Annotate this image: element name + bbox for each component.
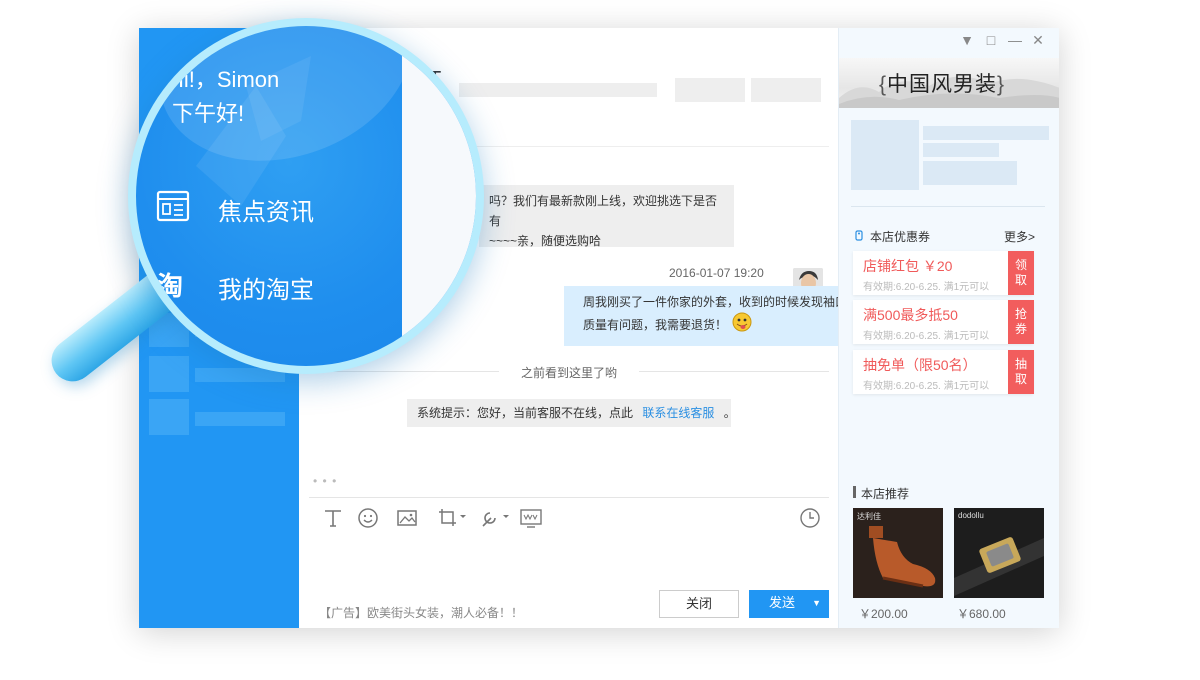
coupons-title: 本店优惠券 <box>870 228 930 245</box>
minimize-menu-icon[interactable]: ▼ <box>959 32 975 48</box>
text-icon[interactable] <box>322 507 344 529</box>
stage: T 感 吗？我们有最新款刚上线，欢迎挑选下是否有 ~ <box>0 0 1200 680</box>
coupon-title: 店铺红包 ￥20 <box>863 256 952 276</box>
coupon-claim-button[interactable]: 抢券 <box>1008 300 1034 344</box>
sidebar-item-my-taobao[interactable]: 淘 我的淘宝 <box>136 254 406 314</box>
incoming-message: 吗？我们有最新款刚上线，欢迎挑选下是否有 ~~~~亲，随便选购哈 <box>479 185 734 247</box>
incoming-message-line2: ~~~~亲，随便选购哈 <box>489 231 722 251</box>
sidebar-item-label-placeholder <box>195 412 285 426</box>
recommend-title-marker <box>853 486 856 498</box>
product-image-belt[interactable]: dodollu <box>954 508 1044 598</box>
shop-info-placeholder <box>923 143 999 157</box>
outgoing-message-line2: 质量有问题，我需要退货！ <box>583 315 727 335</box>
coupon-card[interactable]: 店铺红包 ￥20 有效期:6.20-6.25. 满1元可以 领取 <box>853 251 1033 295</box>
sub-greeting: 下午好! <box>172 96 244 128</box>
news-icon <box>156 190 190 227</box>
history-divider-text: 之前看到这里了哟 <box>521 364 617 381</box>
more-history-dots[interactable]: • • • <box>313 474 337 488</box>
maximize-icon[interactable]: □ <box>983 32 999 48</box>
system-notice: 系统提示：您好，当前客服不在线，点此 联系在线客服 。 <box>407 399 731 427</box>
incoming-message-line1: 吗？我们有最新款刚上线，欢迎挑选下是否有 <box>489 191 722 231</box>
product-brand-tag: dodollu <box>958 511 984 520</box>
toolbar-divider <box>309 497 829 498</box>
recommend-title: 本店推荐 <box>861 485 909 502</box>
wrench-icon[interactable] <box>479 507 511 529</box>
shop-info-placeholder <box>923 126 1049 140</box>
header-button-placeholder[interactable] <box>675 78 745 102</box>
product-price: ￥200.00 <box>859 605 908 622</box>
close-icon[interactable]: ✕ <box>1030 32 1046 49</box>
greeting: Hi!，Simon <box>168 62 279 94</box>
crop-icon[interactable] <box>437 507 469 529</box>
coupon-claim-button[interactable]: 领取 <box>1008 251 1034 295</box>
coupon-claim-label: 领取 <box>1015 258 1027 288</box>
product-brand-tag: 达利佳 <box>857 511 881 522</box>
magnifier-lens: Hi!，Simon 下午好! 焦点资讯 淘 我的淘宝 <box>136 26 476 366</box>
coupon-title: 抽免单（限50名） <box>863 355 977 375</box>
shop-info-placeholder <box>923 161 1017 185</box>
tongue-emoji-icon <box>731 312 753 338</box>
taobao-icon: 淘 <box>156 268 190 305</box>
coupon-title: 满500最多抵50 <box>863 305 958 325</box>
send-button-label: 发送 <box>769 595 795 610</box>
coupon-subtitle: 有效期:6.20-6.25. 满1元可以 <box>863 278 989 293</box>
ad-text[interactable]: 【广告】欧美街头女装，潮人必备！！ <box>319 604 523 621</box>
system-notice-text: 系统提示：您好，当前客服不在线，点此 <box>417 406 633 420</box>
coupon-card[interactable]: 满500最多抵50 有效期:6.20-6.25. 满1元可以 抢券 <box>853 300 1033 344</box>
shop-banner-title-text: 中国风男装 <box>887 73 997 96</box>
coupon-claim-button[interactable]: 抽取 <box>1008 350 1034 394</box>
send-dropdown-icon[interactable]: ▼ <box>812 590 821 616</box>
image-icon[interactable] <box>396 507 418 529</box>
product-price: ￥680.00 <box>957 605 1006 622</box>
history-icon[interactable] <box>799 507 821 529</box>
message-timestamp: 2016-01-07 19:20 <box>669 266 764 280</box>
svg-text:淘: 淘 <box>157 272 183 300</box>
contact-online-service-link[interactable]: 联系在线客服 <box>642 406 714 420</box>
sidebar-item-news[interactable]: 焦点资讯 <box>136 176 406 236</box>
history-divider-right <box>639 371 829 372</box>
sidebar-item-news-label: 焦点资讯 <box>218 192 314 227</box>
title-placeholder <box>459 83 657 97</box>
coupon-subtitle: 有效期:6.20-6.25. 满1元可以 <box>863 377 989 392</box>
emoji-icon[interactable] <box>357 507 379 529</box>
system-notice-suffix: 。 <box>724 406 736 420</box>
shop-banner-title: {中国风男装} <box>879 68 1005 98</box>
coupon-subtitle: 有效期:6.20-6.25. 满1元可以 <box>863 327 989 342</box>
shop-banner[interactable]: {中国风男装} <box>839 58 1059 108</box>
shop-panel: ▼ □ — ✕ {中国风男装} <box>838 28 1059 628</box>
sidebar-item-my-taobao-label: 我的淘宝 <box>218 270 314 305</box>
product-image-shoe[interactable]: 达利佳 <box>853 508 943 598</box>
minimize-icon[interactable]: — <box>1007 32 1023 48</box>
send-button[interactable]: 发送 ▼ <box>749 590 829 618</box>
screen-icon[interactable] <box>519 507 543 529</box>
shop-logo-placeholder <box>851 120 919 190</box>
coupon-card[interactable]: 抽免单（限50名） 有效期:6.20-6.25. 满1元可以 抽取 <box>853 350 1033 394</box>
close-button[interactable]: 关闭 <box>659 590 739 618</box>
sidebar-item-icon-placeholder <box>149 399 189 435</box>
header-button-placeholder[interactable] <box>751 78 821 102</box>
coupon-claim-label: 抢券 <box>1015 307 1027 337</box>
coupon-tag-icon <box>855 228 863 246</box>
coupon-claim-label: 抽取 <box>1015 357 1027 387</box>
coupons-more-link[interactable]: 更多> <box>1004 228 1035 245</box>
shop-divider <box>851 206 1045 207</box>
